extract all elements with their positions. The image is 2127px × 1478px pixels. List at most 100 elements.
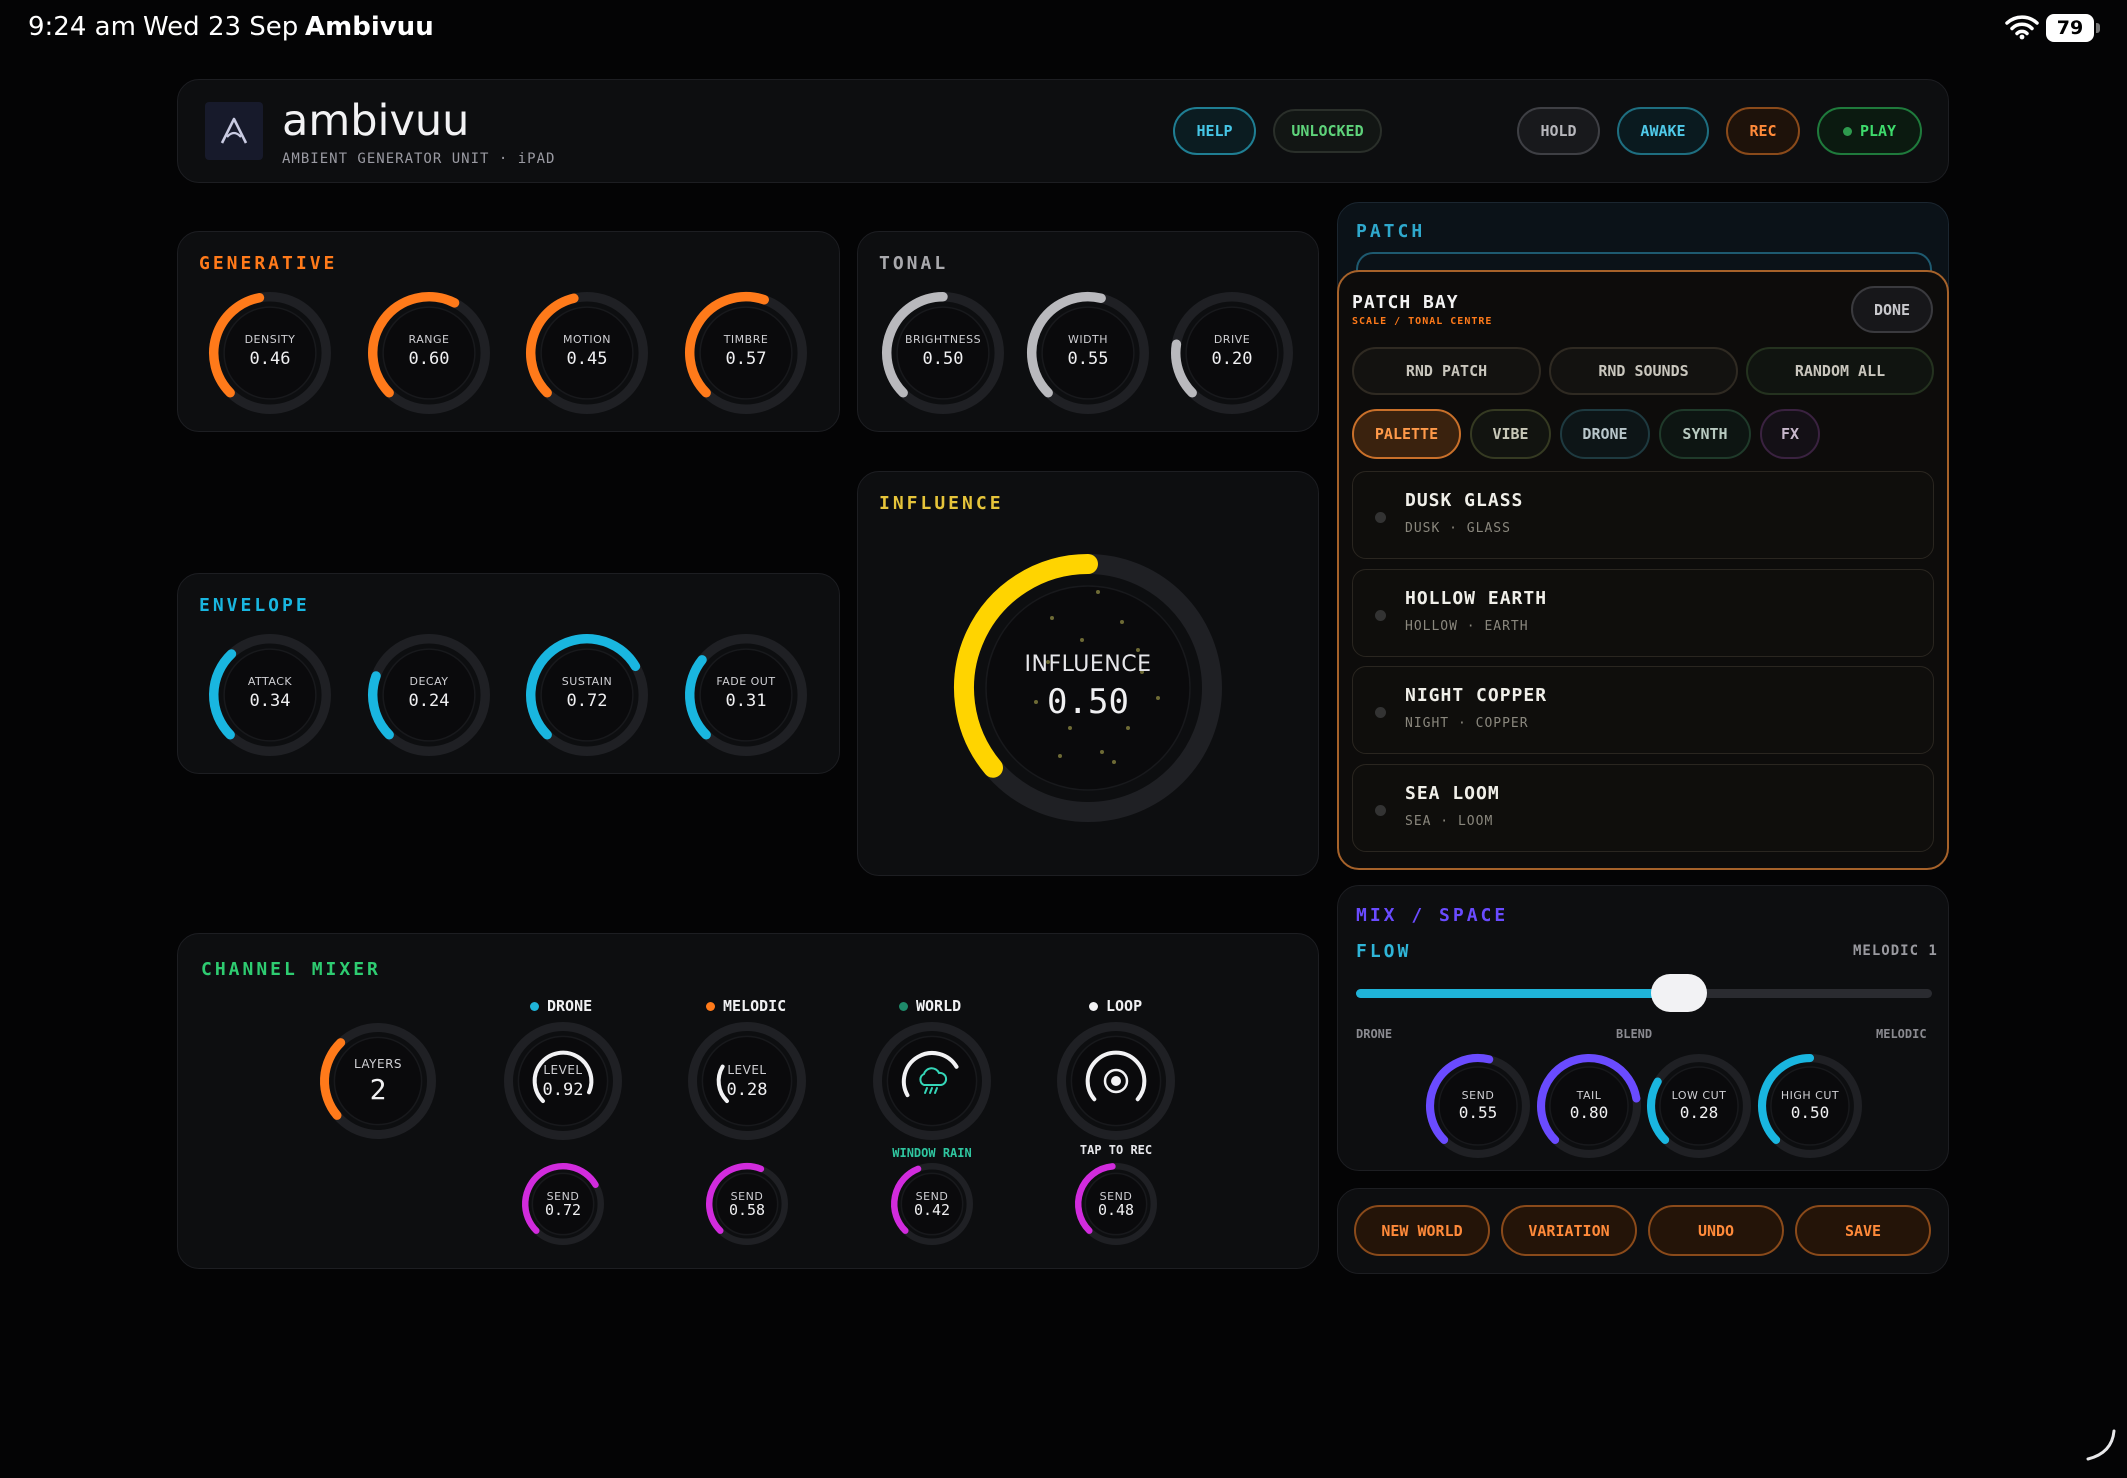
knob-timbre[interactable]: TIMBRE 0.57: [683, 290, 809, 416]
generative-title: GENERATIVE: [199, 253, 338, 274]
done-button[interactable]: DONE: [1851, 286, 1933, 333]
knob-brightness-label: BRIGHTNESS: [904, 332, 982, 346]
knob-attack[interactable]: ATTACK 0.34: [207, 632, 333, 758]
tab-vibe[interactable]: VIBE: [1470, 409, 1551, 459]
new-world-button[interactable]: NEW WORLD: [1354, 1205, 1490, 1256]
tab-palette[interactable]: PALETTE: [1352, 409, 1461, 459]
mix-knob-low-cut-label: LOW CUT: [1671, 1088, 1727, 1102]
influence-value: 0.50: [1047, 682, 1129, 722]
knob-width[interactable]: WIDTH 0.55: [1025, 290, 1151, 416]
flow-slider[interactable]: [1356, 974, 1932, 1012]
knob-attack-label: ATTACK: [247, 674, 293, 688]
status-date: Wed 23 Sep: [143, 12, 299, 42]
send-knob-melodic[interactable]: SEND 0.58: [704, 1161, 790, 1247]
play-status-dot: [1842, 126, 1852, 136]
knob-sustain-label: SUSTAIN: [561, 674, 613, 688]
knob-decay-label: DECAY: [409, 674, 449, 688]
patch-item-dot: [1375, 707, 1386, 718]
rnd-patch-button[interactable]: RND PATCH: [1352, 347, 1541, 395]
patch-item-sea-loom[interactable]: SEA LOOM SEA · LOOM: [1352, 764, 1934, 852]
send-knob-loop[interactable]: SEND 0.48: [1073, 1161, 1159, 1247]
mix-knob-tail[interactable]: TAIL 0.80: [1535, 1052, 1643, 1160]
drone-level-label: LEVEL: [543, 1063, 583, 1077]
flow-slider-fill: [1356, 989, 1679, 998]
rnd-sounds-button[interactable]: RND SOUNDS: [1549, 347, 1738, 395]
unlocked-badge[interactable]: UNLOCKED: [1273, 109, 1382, 153]
patch-item-name: DUSK GLASS: [1405, 490, 1524, 511]
tab-fx[interactable]: FX: [1760, 409, 1820, 459]
mix-knob-send-label: SEND: [1461, 1088, 1495, 1102]
mix-knob-high-cut[interactable]: HIGH CUT 0.50: [1756, 1052, 1864, 1160]
knob-attack-value: 0.34: [249, 691, 291, 712]
app-name: ambivuu: [282, 96, 470, 146]
world-knob[interactable]: [871, 1020, 993, 1142]
play-button[interactable]: PLAY: [1817, 107, 1922, 155]
knob-motion-label: MOTION: [563, 332, 611, 346]
mix-knob-high-cut-value: 0.50: [1790, 1102, 1830, 1122]
app-subtitle: AMBIENT GENERATOR UNIT · iPAD: [282, 151, 556, 167]
mix-space-title: MIX / SPACE: [1356, 905, 1509, 926]
influence-particle: [1058, 754, 1062, 758]
layers-knob[interactable]: LAYERS 2: [318, 1021, 438, 1141]
influence-particle: [1112, 760, 1116, 764]
flow-slider-thumb[interactable]: [1650, 974, 1707, 1012]
world-caption: WINDOW RAIN: [892, 1146, 972, 1160]
patch-item-hollow-earth[interactable]: HOLLOW EARTH HOLLOW · EARTH: [1352, 569, 1934, 657]
hold-button[interactable]: HOLD: [1517, 107, 1600, 155]
patch-bay-subtitle: SCALE / TONAL CENTRE: [1352, 316, 1493, 327]
awake-button[interactable]: AWAKE: [1617, 107, 1709, 155]
rec-button[interactable]: REC: [1726, 107, 1800, 155]
melodic-level-label: LEVEL: [727, 1063, 767, 1077]
knob-density-value: 0.46: [249, 349, 291, 370]
influence-particle: [1126, 726, 1130, 730]
patch-item-dot: [1375, 512, 1386, 523]
world-name-text: WORLD: [916, 997, 962, 1015]
help-button[interactable]: HELP: [1173, 107, 1256, 155]
knob-sustain[interactable]: SUSTAIN 0.72: [524, 632, 650, 758]
mix-knob-send-value: 0.55: [1458, 1102, 1498, 1122]
patch-item-sub: DUSK · GLASS: [1405, 521, 1511, 536]
variation-button[interactable]: VARIATION: [1501, 1205, 1637, 1256]
patch-item-dusk-glass[interactable]: DUSK GLASS DUSK · GLASS: [1352, 471, 1934, 559]
undo-button[interactable]: UNDO: [1648, 1205, 1784, 1256]
send-knob-loop-value: 0.48: [1097, 1201, 1135, 1220]
loop-caption: TAP TO REC: [1079, 1143, 1153, 1157]
resize-handle-icon[interactable]: [2082, 1427, 2118, 1463]
random-all-button[interactable]: RANDOM ALL: [1746, 347, 1934, 395]
flow-center-label: BLEND: [1616, 1027, 1653, 1041]
patch-title: PATCH: [1356, 221, 1426, 242]
patch-item-sub: NIGHT · COPPER: [1405, 716, 1529, 731]
patch-item-night-copper[interactable]: NIGHT COPPER NIGHT · COPPER: [1352, 666, 1934, 754]
loop-knob[interactable]: [1055, 1020, 1177, 1142]
melodic-level-knob[interactable]: LEVEL 0.28: [686, 1020, 808, 1142]
send-knob-world[interactable]: SEND 0.42: [889, 1161, 975, 1247]
knob-range[interactable]: RANGE 0.60: [366, 290, 492, 416]
influence-knob[interactable]: INFLUENCE 0.50: [952, 552, 1224, 824]
patch-item-dot: [1375, 805, 1386, 816]
status-bar: 9:24 am Wed 23 Sep Ambivuu 79: [0, 0, 2127, 58]
knob-range-value: 0.60: [408, 349, 450, 370]
mix-knob-tail-label: TAIL: [1576, 1088, 1602, 1102]
influence-particle: [1068, 726, 1072, 730]
knob-motion[interactable]: MOTION 0.45: [524, 290, 650, 416]
tab-drone[interactable]: DRONE: [1560, 409, 1650, 459]
tab-synth[interactable]: SYNTH: [1659, 409, 1751, 459]
send-knob-drone[interactable]: SEND 0.72: [520, 1161, 606, 1247]
knob-density[interactable]: DENSITY 0.46: [207, 290, 333, 416]
mix-knob-send[interactable]: SEND 0.55: [1424, 1052, 1532, 1160]
mix-knob-low-cut[interactable]: LOW CUT 0.28: [1645, 1052, 1753, 1160]
influence-particle: [1100, 750, 1104, 754]
battery-indicator: 79: [2046, 14, 2100, 42]
loop-dot: [1089, 1001, 1098, 1011]
knob-drive[interactable]: DRIVE 0.20: [1169, 290, 1295, 416]
influence-particle: [1080, 638, 1084, 642]
knob-decay[interactable]: DECAY 0.24: [366, 632, 492, 758]
logo-icon: [220, 117, 248, 144]
flow-label: FLOW: [1356, 941, 1412, 962]
rain-cloud-icon: [919, 1067, 948, 1094]
knob-fade-out[interactable]: FADE OUT 0.31: [683, 632, 809, 758]
send-knob-drone-value: 0.72: [544, 1201, 582, 1220]
knob-brightness[interactable]: BRIGHTNESS 0.50: [880, 290, 1006, 416]
drone-level-knob[interactable]: LEVEL 0.92: [502, 1020, 624, 1142]
save-button[interactable]: SAVE: [1795, 1205, 1931, 1256]
